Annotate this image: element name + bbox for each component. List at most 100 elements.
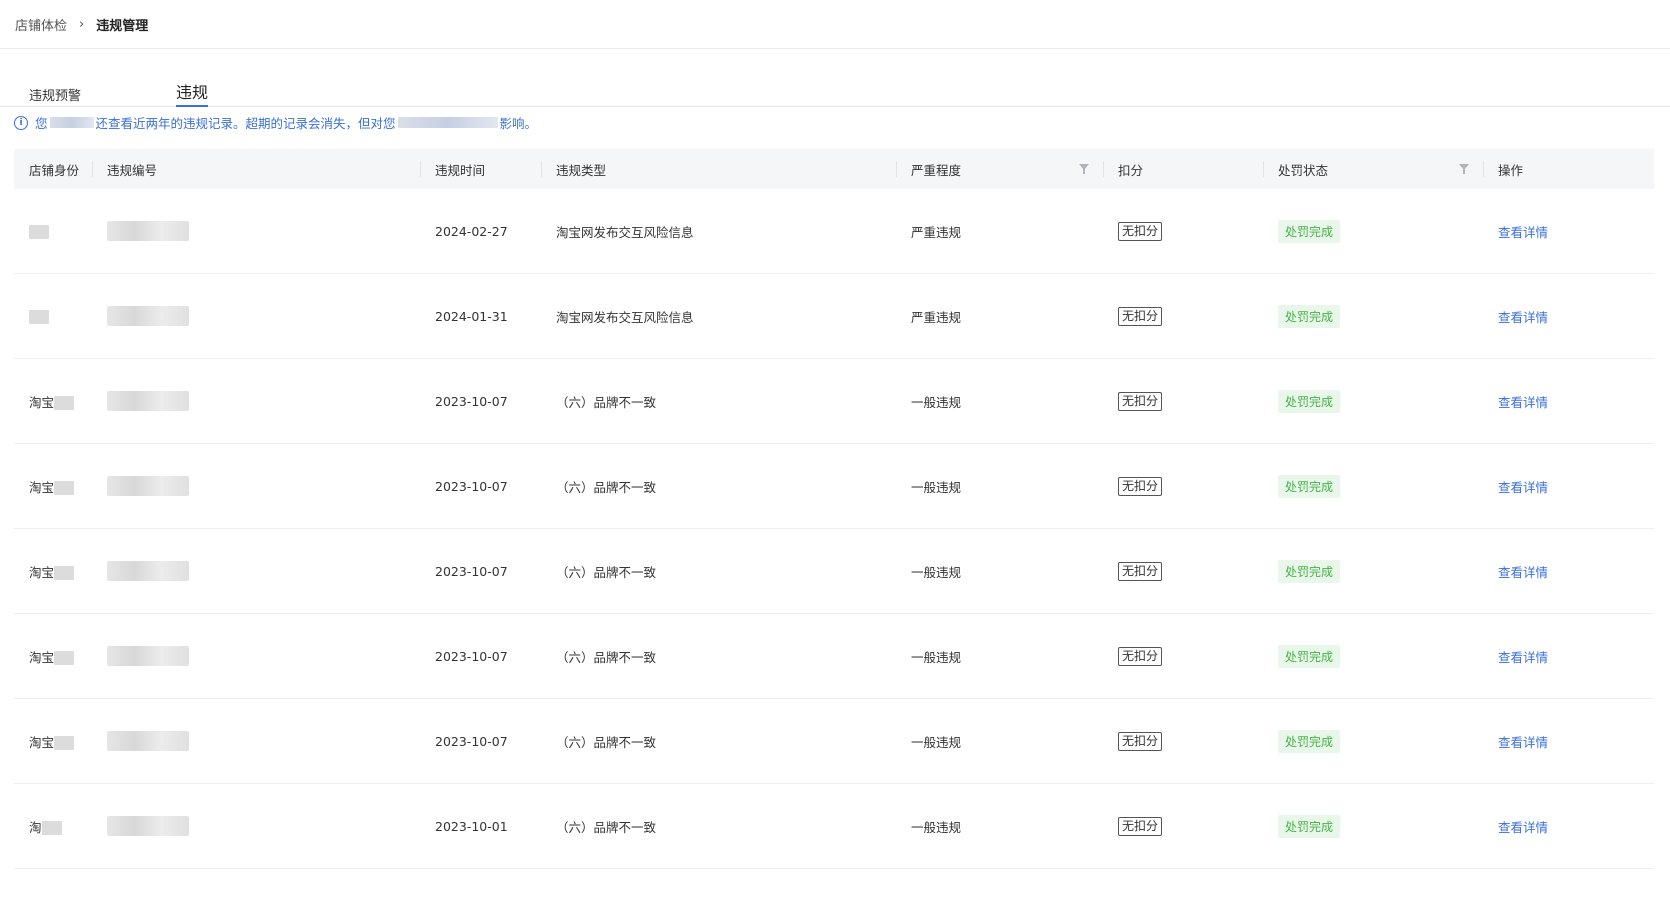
cell-status: 处罚完成	[1263, 273, 1483, 359]
cell-status: 处罚完成	[1263, 613, 1483, 699]
violation-date: 2023-10-01	[435, 818, 508, 834]
violation-type: （六）品牌不一致	[556, 394, 657, 410]
score-badge: 无扣分	[1118, 646, 1163, 666]
cell-score: 无扣分	[1103, 273, 1263, 359]
score-badge: 无扣分	[1118, 476, 1163, 496]
shop-identity-text: 淘	[29, 819, 42, 835]
cell-date: 2023-10-07	[420, 528, 541, 614]
redacted-mask	[107, 816, 189, 836]
cell-type: （六）品牌不一致	[541, 783, 896, 869]
cell-action: 查看详情	[1483, 273, 1654, 359]
header-violation-id: 违规编号	[92, 149, 420, 189]
cell-violation-id	[92, 528, 420, 614]
shop-identity-text: 淘宝	[29, 394, 55, 410]
breadcrumb-parent[interactable]: 店铺体检	[15, 15, 67, 34]
cell-status: 处罚完成	[1263, 443, 1483, 529]
view-details-link[interactable]: 查看详情	[1498, 735, 1548, 750]
view-details-link[interactable]: 查看详情	[1498, 395, 1548, 410]
tab-violation-warning[interactable]: 违规预警	[29, 58, 176, 106]
cell-action: 查看详情	[1483, 783, 1654, 869]
info-icon: i	[14, 115, 28, 130]
severity-text: 一般违规	[911, 394, 962, 410]
redacted-mask	[107, 731, 189, 751]
redacted-mask	[41, 821, 62, 835]
view-details-link[interactable]: 查看详情	[1498, 480, 1548, 495]
view-details-link[interactable]: 查看详情	[1498, 310, 1548, 325]
tab-violation[interactable]: 违规	[176, 58, 209, 107]
view-details-link[interactable]: 查看详情	[1498, 650, 1548, 665]
cell-type: 淘宝网发布交互风险信息	[541, 189, 896, 274]
redacted-mask	[49, 117, 94, 128]
cell-action: 查看详情	[1483, 189, 1654, 274]
cell-action: 查看详情	[1483, 613, 1654, 699]
table-row: 淘宝 2023-10-07 （六）品牌不一致 一般违规 无扣分 处罚完成 查看详…	[14, 358, 1654, 444]
status-badge: 处罚完成	[1278, 644, 1341, 668]
severity-text: 严重违规	[911, 224, 962, 240]
cell-score: 无扣分	[1103, 613, 1263, 699]
cell-severity: 一般违规	[896, 613, 1103, 699]
redacted-mask	[107, 221, 189, 241]
header-penalty-status: 处罚状态	[1263, 149, 1483, 189]
violation-date: 2024-02-27	[435, 223, 508, 239]
score-badge: 无扣分	[1118, 561, 1163, 581]
status-badge: 处罚完成	[1278, 219, 1341, 243]
breadcrumb: 店铺体检 › 违规管理	[0, 0, 1670, 49]
cell-severity: 一般违规	[896, 528, 1103, 614]
chevron-right-icon: ›	[79, 16, 85, 32]
cell-shop: 淘宝	[14, 613, 92, 699]
redacted-mask	[54, 396, 75, 410]
cell-score: 无扣分	[1103, 358, 1263, 444]
table-header-row: 店铺身份 违规编号 违规时间 违规类型 严重程度 扣分 处罚状态 操作	[14, 149, 1654, 189]
cell-status: 处罚完成	[1263, 189, 1483, 274]
severity-text: 一般违规	[911, 734, 962, 750]
view-details-link[interactable]: 查看详情	[1498, 565, 1548, 580]
redacted-mask	[54, 481, 75, 495]
cell-type: （六）品牌不一致	[541, 358, 896, 444]
table-row: 淘宝 2023-10-07 （六）品牌不一致 一般违规 无扣分 处罚完成 查看详…	[14, 528, 1654, 614]
status-badge: 处罚完成	[1278, 474, 1341, 498]
cell-score: 无扣分	[1103, 443, 1263, 529]
cell-date: 2024-02-27	[420, 189, 541, 274]
filter-icon[interactable]	[1079, 164, 1089, 174]
breadcrumb-current: 违规管理	[96, 18, 149, 34]
redacted-mask	[29, 224, 49, 239]
cell-violation-id	[92, 358, 420, 444]
violation-table: 店铺身份 违规编号 违规时间 违规类型 严重程度 扣分 处罚状态 操作 2024…	[14, 149, 1654, 869]
cell-violation-id	[92, 273, 420, 359]
table-row: 淘宝 2023-10-07 （六）品牌不一致 一般违规 无扣分 处罚完成 查看详…	[14, 443, 1654, 529]
violation-date: 2023-10-07	[435, 563, 508, 579]
redacted-mask	[107, 476, 189, 496]
severity-text: 一般违规	[911, 479, 962, 495]
view-details-link[interactable]: 查看详情	[1498, 225, 1548, 240]
cell-severity: 一般违规	[896, 443, 1103, 529]
header-shop-identity: 店铺身份	[14, 149, 92, 189]
severity-text: 严重违规	[911, 309, 962, 325]
cell-violation-id	[92, 698, 420, 784]
header-severity: 严重程度	[896, 149, 1103, 189]
severity-text: 一般违规	[911, 649, 962, 665]
cell-action: 查看详情	[1483, 443, 1654, 529]
shop-identity-text: 淘宝	[29, 649, 55, 665]
cell-status: 处罚完成	[1263, 358, 1483, 444]
score-badge: 无扣分	[1118, 306, 1163, 326]
violation-date: 2023-10-07	[435, 393, 508, 409]
violation-type: （六）品牌不一致	[556, 734, 657, 750]
violation-type: （六）品牌不一致	[556, 819, 657, 835]
cell-severity: 一般违规	[896, 783, 1103, 869]
cell-action: 查看详情	[1483, 698, 1654, 784]
cell-date: 2023-10-07	[420, 443, 541, 529]
cell-type: （六）品牌不一致	[541, 528, 896, 614]
cell-date: 2023-10-07	[420, 358, 541, 444]
cell-violation-id	[92, 443, 420, 529]
violation-date: 2023-10-07	[435, 733, 508, 749]
filter-icon[interactable]	[1459, 164, 1469, 174]
cell-type: （六）品牌不一致	[541, 698, 896, 784]
status-badge: 处罚完成	[1278, 559, 1341, 583]
cell-status: 处罚完成	[1263, 528, 1483, 614]
redacted-mask	[29, 309, 49, 324]
view-details-link[interactable]: 查看详情	[1498, 820, 1548, 835]
redacted-mask	[107, 646, 189, 666]
header-violation-time: 违规时间	[420, 149, 541, 189]
score-badge: 无扣分	[1118, 731, 1163, 751]
cell-violation-id	[92, 783, 420, 869]
